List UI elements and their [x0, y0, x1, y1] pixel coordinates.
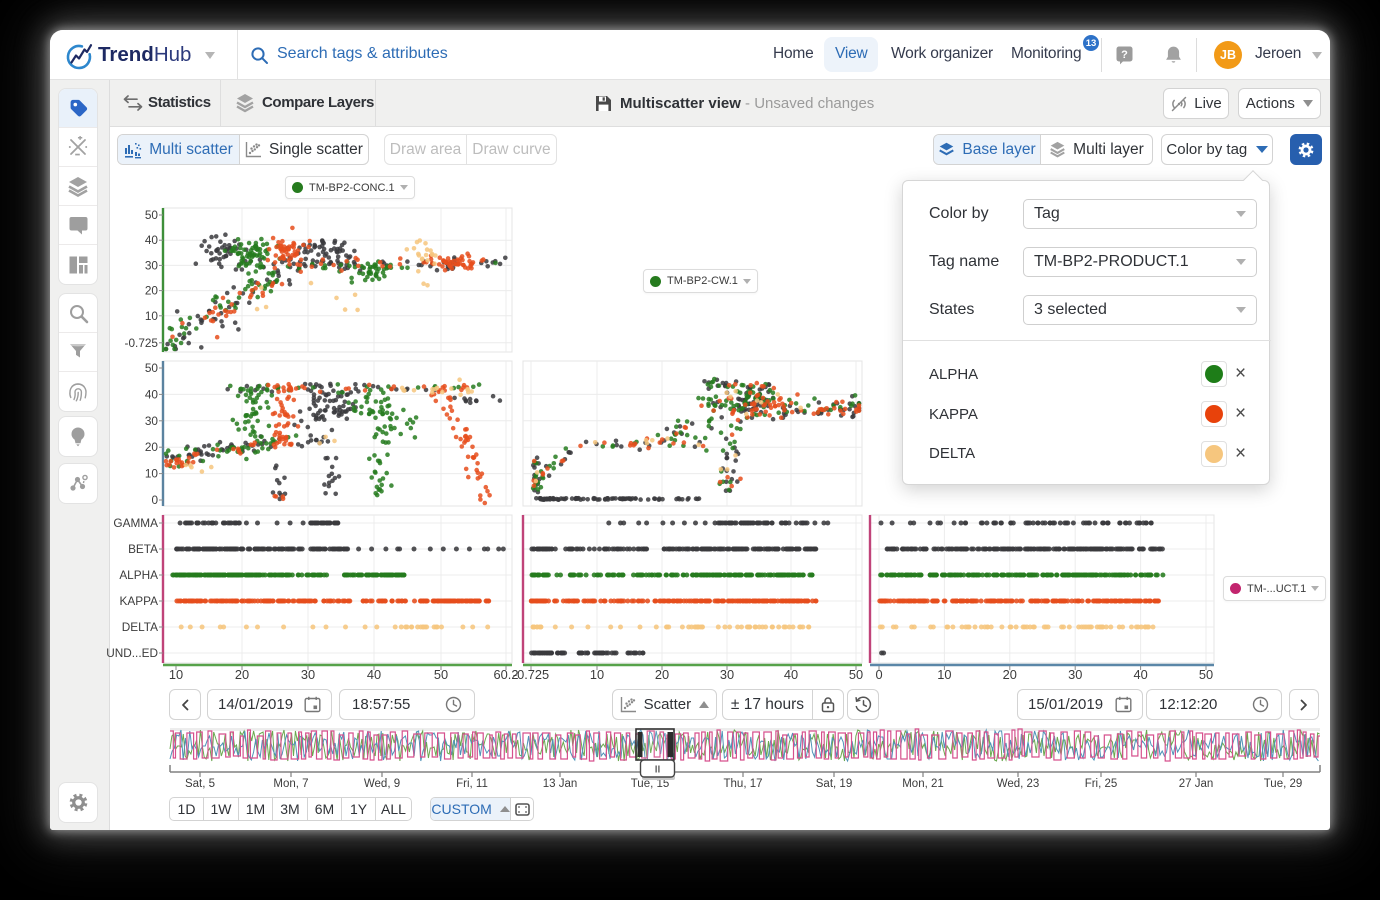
svg-text:60.2: 60.2: [494, 667, 519, 682]
svg-text:II: II: [655, 765, 661, 776]
svg-text:Sat, 5: Sat, 5: [185, 778, 215, 790]
svg-text:27 Jan: 27 Jan: [1179, 778, 1214, 790]
svg-text:40: 40: [784, 667, 798, 682]
svg-text:30: 30: [1068, 667, 1082, 682]
svg-text:20: 20: [1003, 667, 1017, 682]
svg-text:KAPPA: KAPPA: [120, 594, 159, 608]
svg-text:10: 10: [145, 467, 159, 481]
svg-text:-0.725: -0.725: [125, 336, 159, 350]
svg-text:10: 10: [590, 667, 604, 682]
svg-text:Wed, 23: Wed, 23: [997, 778, 1040, 790]
svg-text:BETA: BETA: [128, 542, 158, 556]
svg-text:30: 30: [145, 414, 159, 428]
svg-text:0: 0: [151, 493, 158, 507]
svg-text:30: 30: [301, 667, 315, 682]
svg-text:Sat, 19: Sat, 19: [816, 778, 852, 790]
svg-text:0: 0: [875, 667, 882, 682]
svg-text:30: 30: [720, 667, 734, 682]
svg-text:Fri, 25: Fri, 25: [1085, 778, 1118, 790]
svg-text:40: 40: [1133, 667, 1147, 682]
svg-text:ALPHA: ALPHA: [119, 568, 158, 582]
svg-text:20: 20: [235, 667, 249, 682]
svg-text:Mon, 21: Mon, 21: [902, 778, 944, 790]
svg-text:10: 10: [169, 667, 183, 682]
svg-text:40: 40: [145, 387, 159, 401]
svg-text:50: 50: [145, 208, 159, 222]
svg-text:UND...ED: UND...ED: [106, 646, 158, 660]
svg-text:Mon, 7: Mon, 7: [273, 778, 308, 790]
svg-text:13 Jan: 13 Jan: [543, 778, 578, 790]
svg-text:Thu, 17: Thu, 17: [724, 778, 763, 790]
svg-text:20: 20: [145, 440, 159, 454]
svg-text:30: 30: [145, 258, 159, 272]
svg-text:10: 10: [937, 667, 951, 682]
svg-text:DELTA: DELTA: [122, 620, 158, 634]
svg-text:50: 50: [849, 667, 863, 682]
svg-text:50: 50: [434, 667, 448, 682]
svg-text:20: 20: [145, 284, 159, 298]
svg-text:GAMMA: GAMMA: [113, 516, 158, 530]
svg-text:10: 10: [145, 309, 159, 323]
svg-text:-0.725: -0.725: [513, 667, 549, 682]
svg-text:Wed, 9: Wed, 9: [364, 778, 400, 790]
svg-text:Fri, 11: Fri, 11: [456, 778, 488, 790]
svg-text:Tue, 29: Tue, 29: [1264, 778, 1303, 790]
svg-text:40: 40: [145, 233, 159, 247]
svg-text:?: ?: [1121, 49, 1128, 61]
svg-text:50: 50: [145, 361, 159, 375]
svg-text:40: 40: [367, 667, 381, 682]
svg-text:50: 50: [1199, 667, 1213, 682]
svg-text:20: 20: [655, 667, 669, 682]
svg-text:Tue, 15: Tue, 15: [631, 778, 670, 790]
